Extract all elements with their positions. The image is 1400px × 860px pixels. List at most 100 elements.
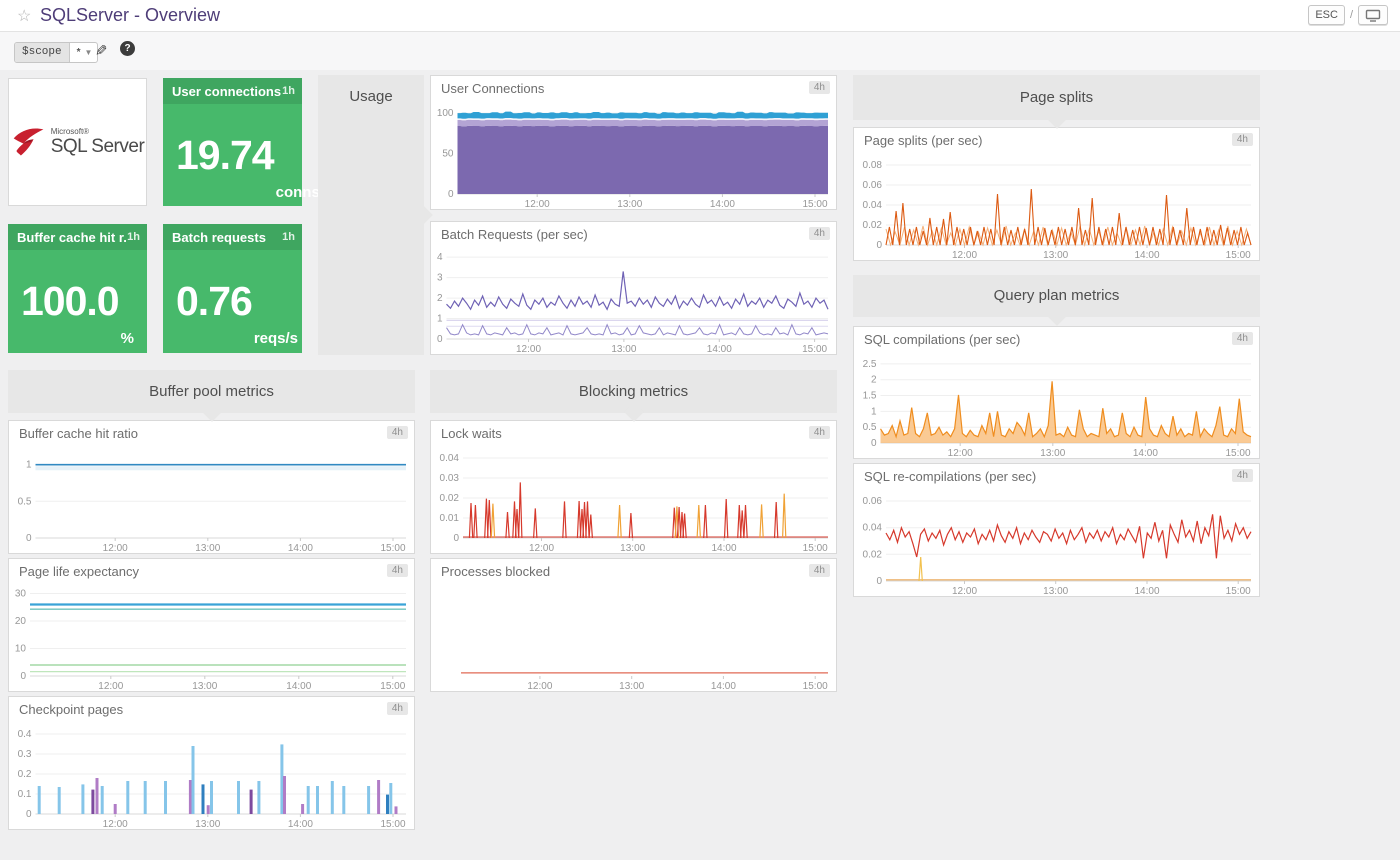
chart-page-life-expectancy[interactable]: Page life expectancy 4h 0 10 20 30 12:00 13:0…	[8, 558, 415, 692]
chart-batch-requests[interactable]: Batch Requests (per sec) 4h 0 1 2 3 4 12:00 13…	[430, 221, 837, 355]
chart-page-splits[interactable]: Page splits (per sec) 4h 0 0.02 0.04 0.06 0.…	[853, 127, 1260, 261]
svg-text:3: 3	[437, 273, 443, 284]
svg-text:2: 2	[871, 375, 877, 386]
chart-sql-compilations[interactable]: SQL compilations (per sec) 4h 0 0.5 1 1.5 2 2…	[853, 326, 1260, 459]
svg-text:50: 50	[442, 149, 454, 160]
svg-text:15:00: 15:00	[1225, 448, 1250, 458]
screen-controls: ESC /	[1308, 5, 1388, 25]
chart-plot: 0 0.02 0.04 0.06 0.08 12:00 13:00 14:00 15:00	[863, 160, 1252, 260]
tile-batch-requests[interactable]: Batch requests 1h 0.76 reqs/s	[163, 224, 302, 353]
svg-text:12:00: 12:00	[529, 543, 554, 553]
svg-text:0.1: 0.1	[18, 789, 32, 800]
svg-text:30: 30	[15, 589, 27, 600]
favorite-star-icon[interactable]: ☆	[17, 6, 31, 26]
chart-processes-blocked[interactable]: Processes blocked 4h 12:00 13:00 14:00 15:0…	[430, 558, 837, 692]
svg-text:14:00: 14:00	[1134, 586, 1159, 596]
svg-text:0: 0	[26, 809, 32, 820]
svg-text:1.5: 1.5	[863, 391, 877, 402]
edit-pencil-icon[interactable]: ✎	[91, 44, 109, 57]
svg-text:12:00: 12:00	[952, 586, 977, 596]
tile-value: 0.76	[176, 277, 253, 324]
svg-text:0.03: 0.03	[440, 473, 460, 484]
svg-text:12:00: 12:00	[98, 681, 123, 691]
svg-text:12:00: 12:00	[525, 199, 550, 209]
tile-buffer-cache-hit[interactable]: Buffer cache hit r... 1h 100.0 %	[8, 224, 147, 353]
svg-text:1: 1	[437, 314, 443, 325]
svg-text:13:00: 13:00	[1043, 586, 1068, 596]
tile-unit: reqs/s	[253, 330, 299, 347]
scope-label: $scope	[15, 43, 70, 62]
svg-text:14:00: 14:00	[710, 199, 735, 209]
chart-title: Buffer cache hit ratio	[19, 426, 138, 441]
svg-text:0.04: 0.04	[440, 453, 460, 464]
tile-value: 100.0	[21, 277, 120, 324]
chart-checkpoint-pages[interactable]: Checkpoint pages 4h 0 0.1 0.2 0.3 0.4 12:00 13…	[8, 696, 415, 830]
svg-text:12:00: 12:00	[103, 543, 128, 553]
svg-text:0.02: 0.02	[863, 220, 883, 231]
svg-text:2.5: 2.5	[863, 359, 877, 370]
svg-text:0: 0	[871, 438, 877, 449]
timeframe-badge: 4h	[808, 426, 830, 439]
svg-text:15:00: 15:00	[1226, 250, 1251, 260]
chart-title: User Connections	[441, 81, 545, 96]
chart-title: Page splits (per sec)	[864, 133, 983, 148]
svg-text:100: 100	[437, 108, 454, 119]
chart-plot: 0 50 100 12:00 13:00 14:00 15:00	[437, 108, 828, 209]
timeframe-badge: 4h	[1231, 332, 1253, 345]
svg-text:13:00: 13:00	[617, 199, 642, 209]
svg-text:20: 20	[15, 616, 27, 627]
svg-text:15:00: 15:00	[380, 681, 405, 691]
group-query-plan-metrics: Query plan metrics	[853, 275, 1260, 326]
svg-text:0.04: 0.04	[863, 523, 883, 534]
esc-key-button[interactable]: ESC	[1308, 5, 1345, 25]
sqlserver-logo: Microsoft® SQL Server	[11, 123, 145, 161]
timeframe-badge: 4h	[386, 702, 408, 715]
chart-buffer-cache-hit-ratio[interactable]: Buffer cache hit ratio 4h 0 0.5 1 12:00 13:0…	[8, 420, 415, 554]
svg-text:0.3: 0.3	[18, 749, 32, 760]
svg-text:0: 0	[876, 240, 882, 251]
group-label: Usage	[349, 88, 393, 105]
timeframe-badge: 4h	[808, 227, 830, 240]
chart-plot: 12:00 13:00 14:00 15:00	[461, 672, 828, 691]
scope-dropdown[interactable]: $scope * ▼	[14, 42, 99, 63]
svg-text:14:00: 14:00	[711, 543, 736, 553]
timeframe-badge: 4h	[808, 564, 830, 577]
help-icon[interactable]: ?	[120, 41, 135, 56]
svg-text:14:00: 14:00	[288, 819, 313, 829]
chart-lock-waits[interactable]: Lock waits 4h 0 0.01 0.02 0.03 0.04 12:00 13:0…	[430, 420, 837, 554]
chart-title: Lock waits	[441, 426, 502, 441]
tile-user-connections[interactable]: User connections 1h 19.74 conns	[163, 78, 320, 206]
chart-plot: 0 0.02 0.04 0.06 12:00 13:00 14:00 15:00	[863, 496, 1252, 596]
svg-text:0.5: 0.5	[863, 422, 877, 433]
top-bar: ☆ SQLServer - Overview ESC /	[0, 0, 1400, 32]
svg-text:13:00: 13:00	[619, 681, 644, 691]
svg-text:15:00: 15:00	[1226, 586, 1251, 596]
svg-text:0.06: 0.06	[863, 180, 883, 191]
svg-text:14:00: 14:00	[1133, 448, 1158, 458]
logo-sqlserver-text: SQL Server	[50, 135, 145, 157]
svg-text:2: 2	[437, 293, 443, 304]
tv-mode-button[interactable]	[1358, 5, 1388, 25]
svg-text:15:00: 15:00	[803, 681, 828, 691]
svg-text:0.02: 0.02	[863, 549, 883, 560]
svg-text:15:00: 15:00	[802, 344, 827, 354]
svg-text:1: 1	[871, 406, 877, 417]
scope-value: *	[76, 47, 81, 58]
chart-user-connections[interactable]: User Connections 4h 0 50 100 12:00 13:00 14:0…	[430, 75, 837, 210]
chart-plot: 0 0.5 1 12:00 13:00 14:00 15:00	[18, 460, 406, 553]
svg-text:0.02: 0.02	[440, 493, 460, 504]
tile-value: 19.74	[176, 131, 275, 178]
svg-text:15:00: 15:00	[380, 543, 405, 553]
svg-text:10: 10	[15, 644, 27, 655]
svg-text:15:00: 15:00	[802, 199, 827, 209]
svg-text:13:00: 13:00	[1040, 448, 1065, 458]
monitor-icon	[1365, 9, 1381, 22]
tile-timeframe: 1h	[282, 231, 295, 243]
svg-text:15:00: 15:00	[380, 819, 405, 829]
svg-text:0.01: 0.01	[440, 513, 460, 524]
chart-sql-recompilations[interactable]: SQL re-compilations (per sec) 4h 0 0.02 0.…	[853, 463, 1260, 597]
chart-title: Batch Requests (per sec)	[441, 227, 588, 242]
svg-text:13:00: 13:00	[195, 819, 220, 829]
svg-text:12:00: 12:00	[103, 819, 128, 829]
tile-unit: %	[120, 330, 134, 347]
